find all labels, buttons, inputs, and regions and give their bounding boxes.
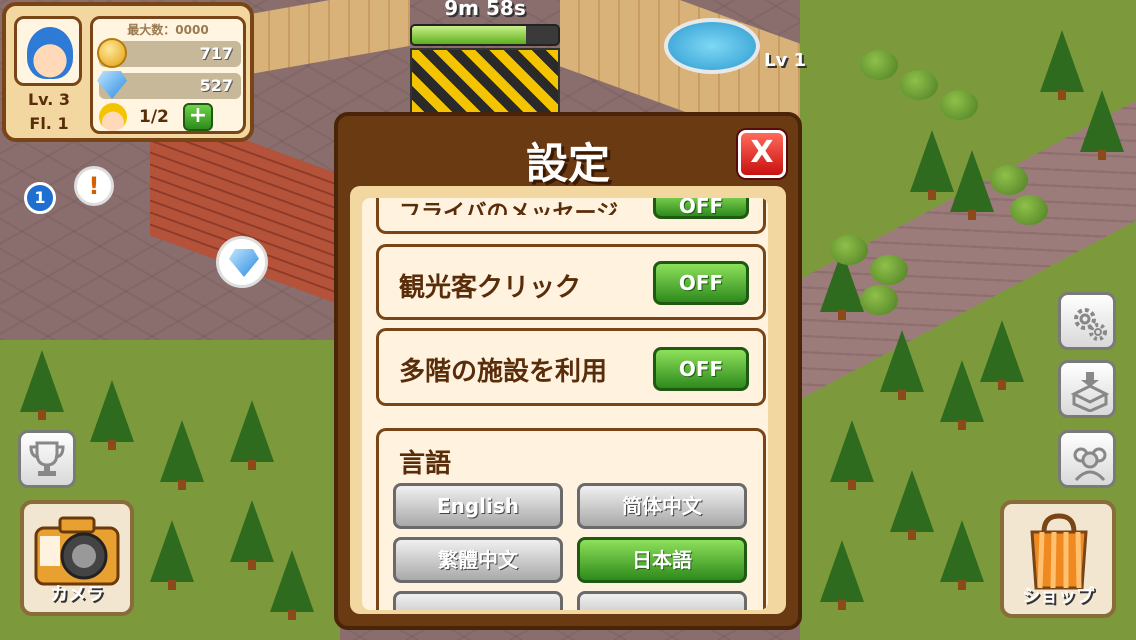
- box-icon: [1070, 372, 1110, 412]
- camera-icon: [34, 516, 120, 586]
- setting-card-multi-floor: 多階の施設を利用 OFF: [376, 328, 766, 406]
- building-level: Lv 1: [764, 50, 806, 71]
- tree-icon: [980, 320, 1024, 390]
- tree-icon: [830, 420, 874, 490]
- stats-box: 最大数：0000 717 527 1/2 +: [90, 16, 246, 134]
- language-heading: 言語: [399, 449, 452, 479]
- settings-button[interactable]: [1058, 292, 1116, 350]
- tree-icon: [910, 130, 954, 200]
- tree-icon: [160, 420, 204, 490]
- construction-site[interactable]: [410, 48, 560, 116]
- language-japanese-button[interactable]: 日本語: [577, 537, 747, 583]
- bush-icon: [900, 70, 938, 100]
- tree-icon: [90, 380, 134, 450]
- people-icon: [1073, 447, 1107, 482]
- setting-label: 多階の施設を利用: [399, 357, 608, 387]
- setting-card-tourist-click: 観光客クリック OFF: [376, 244, 766, 320]
- add-worker-button[interactable]: +: [183, 103, 213, 131]
- dialog-title: 設定: [525, 139, 610, 188]
- worker-icon: [99, 103, 127, 131]
- language-traditional-chinese-button[interactable]: 繁體中文: [393, 537, 563, 583]
- gem-icon: [97, 71, 127, 99]
- room-floor: [250, 0, 410, 75]
- tree-icon: [1080, 90, 1124, 160]
- storage-button[interactable]: [1058, 360, 1116, 418]
- bush-icon: [1010, 195, 1048, 225]
- coin-icon: [97, 38, 127, 68]
- alert-bubble[interactable]: !: [74, 166, 114, 206]
- bush-icon: [990, 165, 1028, 195]
- bush-icon: [860, 285, 898, 315]
- camera-button[interactable]: カメラ: [20, 500, 134, 616]
- tree-icon: [880, 330, 924, 400]
- shop-button[interactable]: ショップ: [1000, 500, 1116, 618]
- tree-icon: [950, 150, 994, 220]
- setting-label: 観光客クリック: [399, 273, 582, 303]
- setting-label: フライバのメッセージ: [399, 201, 619, 215]
- notification-badge[interactable]: 1: [24, 182, 56, 214]
- setting-toggle[interactable]: OFF: [653, 198, 749, 219]
- language-button[interactable]: [393, 591, 563, 610]
- construction-progress-fill: [412, 26, 526, 44]
- language-button[interactable]: [577, 591, 747, 610]
- tree-icon: [940, 360, 984, 430]
- language-simplified-chinese-button[interactable]: 简体中文: [577, 483, 747, 529]
- language-english-button[interactable]: English: [393, 483, 563, 529]
- shopping-bag-icon: [1030, 513, 1088, 590]
- coin-count: 717: [199, 44, 233, 63]
- multi-floor-toggle[interactable]: OFF: [653, 347, 749, 391]
- gem-bubble[interactable]: [216, 236, 268, 288]
- tree-icon: [270, 550, 314, 620]
- worker-count: 1/2: [139, 107, 169, 127]
- settings-scroll-list[interactable]: フライバのメッセージ OFF 観光客クリック OFF 多階の施設を利用 OFF …: [362, 198, 768, 610]
- dialog-body: フライバのメッセージ OFF 観光客クリック OFF 多階の施設を利用 OFF …: [350, 186, 786, 614]
- tree-icon: [150, 520, 194, 590]
- tree-icon: [20, 350, 64, 420]
- gem-row: 527: [97, 71, 241, 99]
- camera-label: カメラ: [50, 584, 104, 605]
- max-count-label: 最大数：0000: [127, 23, 209, 37]
- tree-icon: [890, 470, 934, 540]
- close-button[interactable]: X: [738, 130, 786, 178]
- tree-icon: [1040, 30, 1084, 100]
- floor-number: Fl. 1: [29, 114, 69, 133]
- trophy-button[interactable]: [18, 430, 76, 488]
- construction-progress-bar: [410, 24, 560, 46]
- trophy-icon: [29, 441, 65, 476]
- friends-button[interactable]: [1058, 430, 1116, 488]
- gem-icon: [229, 249, 259, 277]
- shop-label: ショップ: [1022, 586, 1094, 607]
- bush-icon: [860, 50, 898, 80]
- tree-icon: [230, 500, 274, 570]
- avatar[interactable]: [14, 16, 82, 86]
- language-card: 言語 English 简体中文 繁體中文 日本語: [376, 428, 766, 610]
- tree-icon: [940, 520, 984, 590]
- construction-timer: 9m 58s: [444, 0, 526, 20]
- tree-icon: [230, 400, 274, 470]
- coin-row: 717: [97, 38, 241, 68]
- pool: [664, 18, 760, 74]
- bush-icon: [830, 235, 868, 265]
- worker-row: 1/2 +: [99, 103, 241, 131]
- avatar-icon: [27, 27, 73, 79]
- player-level: Lv. 3: [27, 90, 71, 109]
- settings-dialog: 設定 X フライバのメッセージ OFF 観光客クリック OFF 多階の施設を利用…: [334, 112, 802, 630]
- bush-icon: [870, 255, 908, 285]
- gear-icon: [1074, 308, 1107, 341]
- setting-card: フライバのメッセージ OFF: [376, 198, 766, 234]
- player-panel: Lv. 3 Fl. 1 最大数：0000 717 527 1/2 +: [2, 2, 254, 142]
- gem-count: 527: [199, 76, 233, 95]
- tree-icon: [820, 540, 864, 610]
- tourist-click-toggle[interactable]: OFF: [653, 261, 749, 305]
- bush-icon: [940, 90, 978, 120]
